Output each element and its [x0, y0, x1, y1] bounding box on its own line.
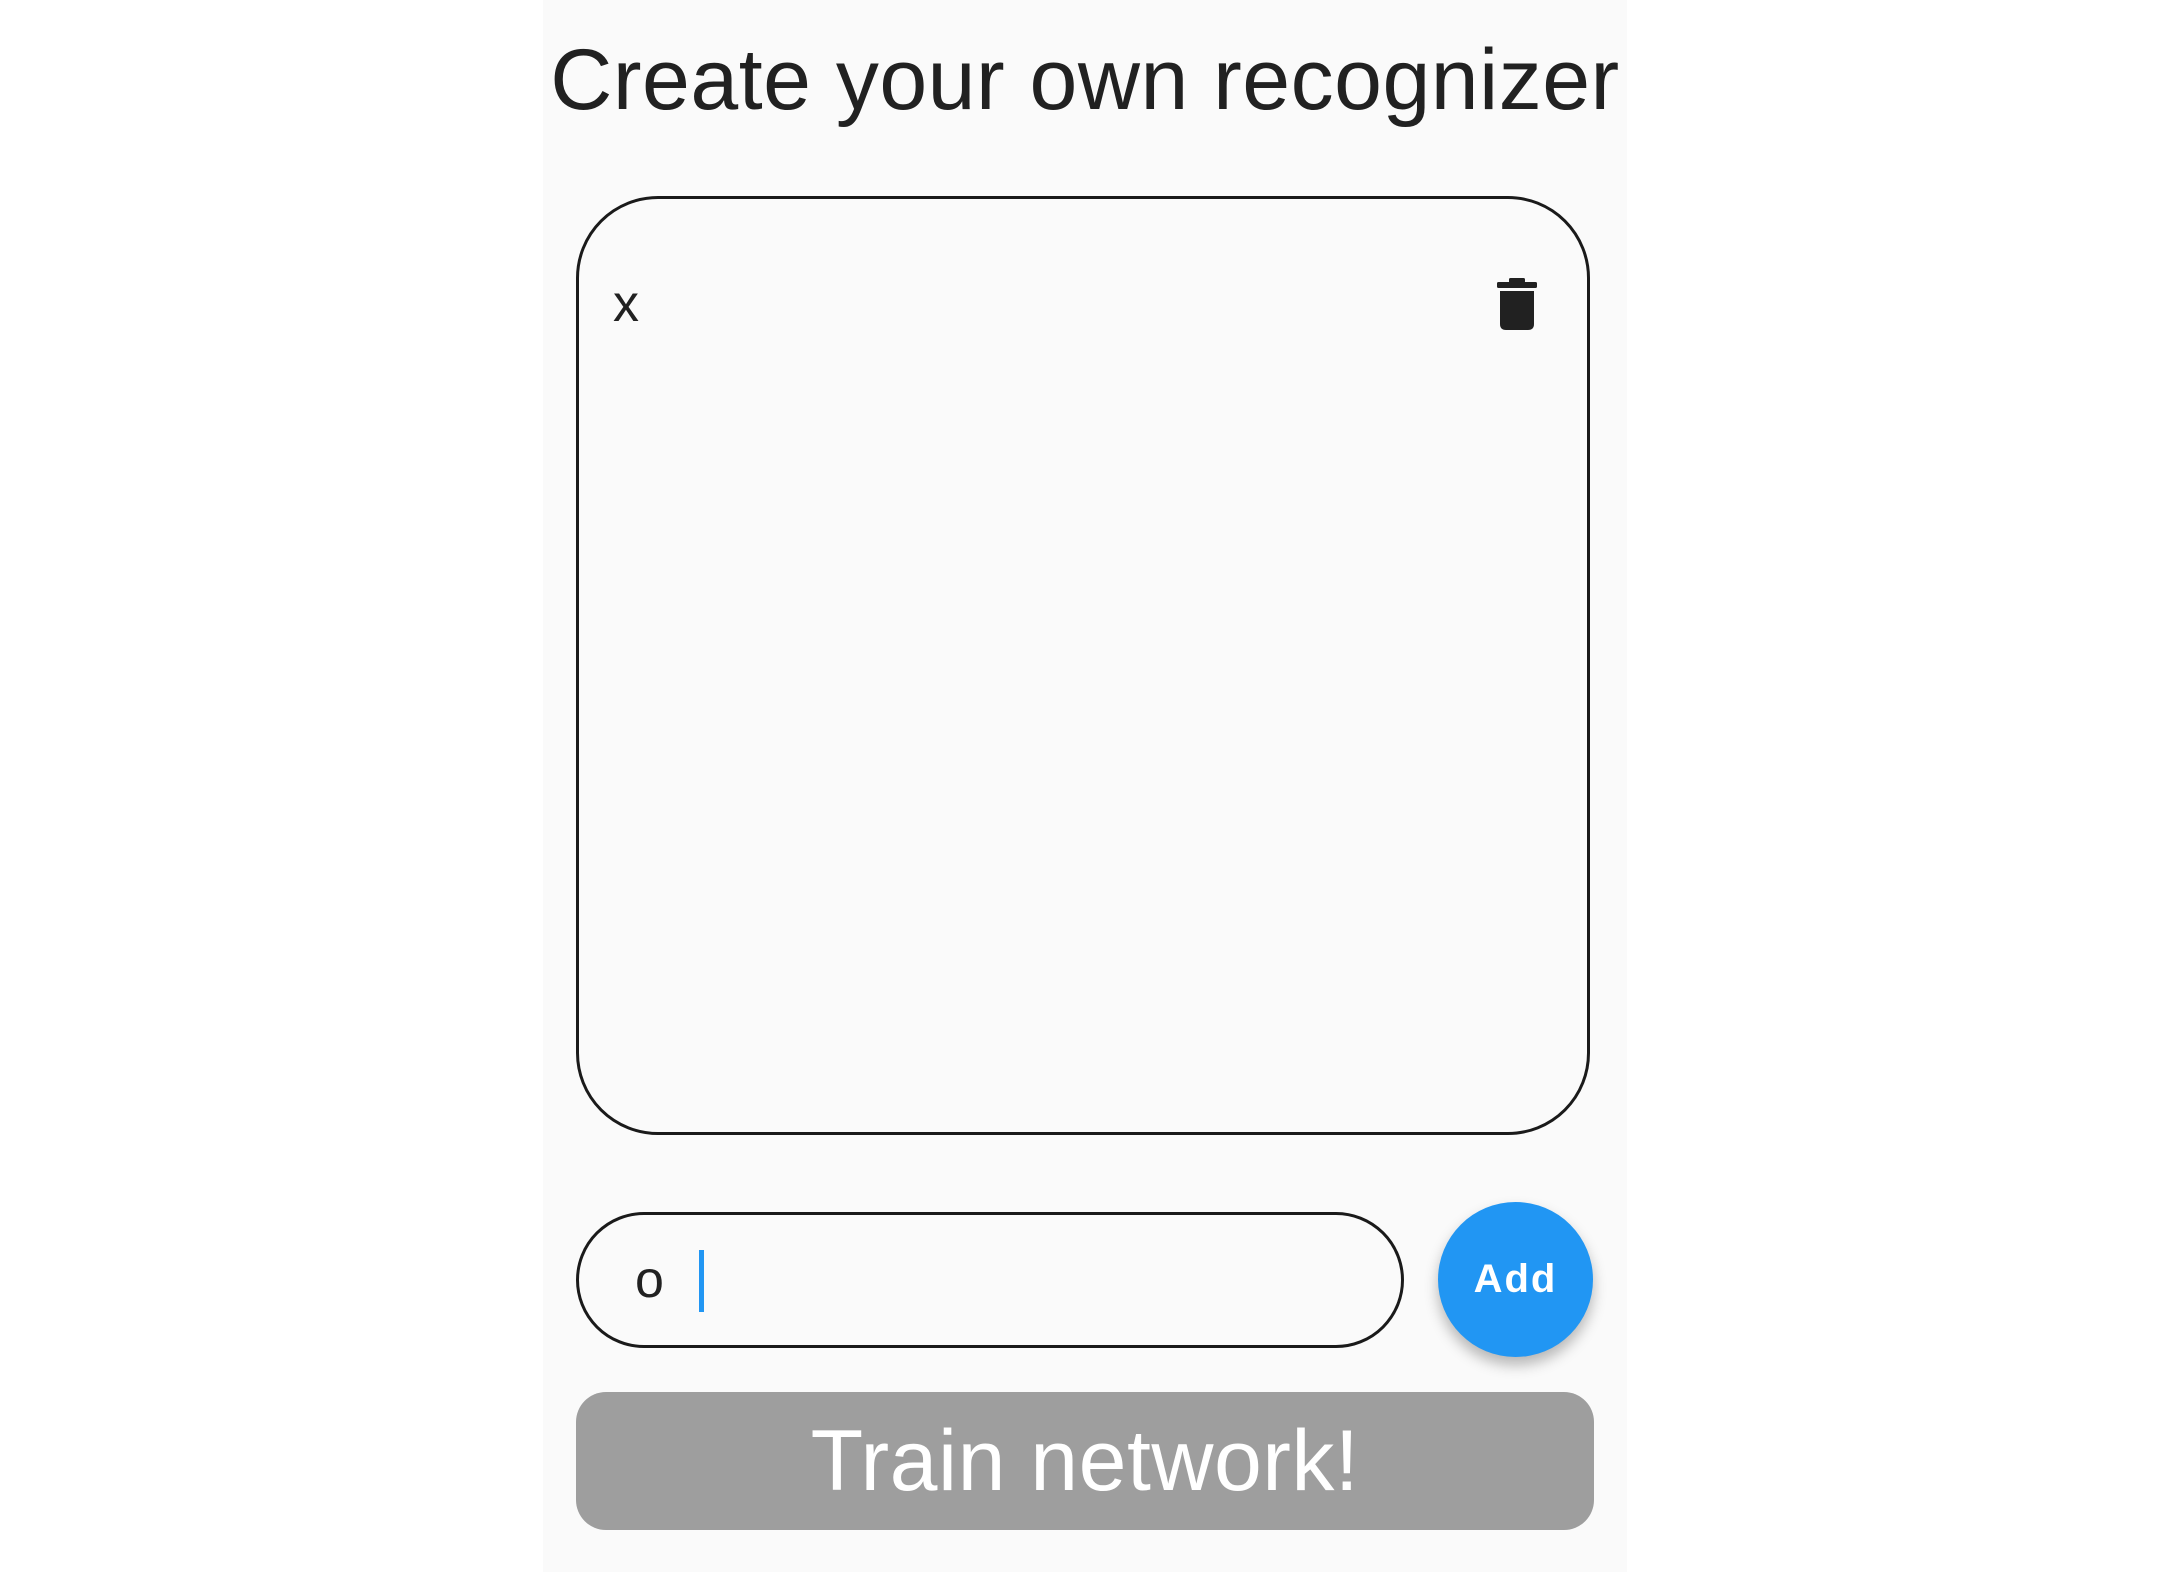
add-button[interactable]: Add: [1438, 1202, 1593, 1357]
app-screen: Create your own recognizer x Add Train n…: [543, 0, 1627, 1572]
label-item-text: x: [613, 275, 639, 333]
train-network-button[interactable]: Train network!: [576, 1392, 1594, 1530]
page-title: Create your own recognizer: [550, 32, 1620, 128]
new-label-field[interactable]: [576, 1212, 1404, 1348]
trash-icon: [1497, 278, 1537, 330]
list-item: x: [579, 269, 1587, 339]
delete-label-button[interactable]: [1487, 269, 1547, 339]
text-cursor: [699, 1250, 704, 1312]
new-label-input[interactable]: [635, 1250, 1335, 1310]
labels-list: x: [576, 196, 1590, 1135]
